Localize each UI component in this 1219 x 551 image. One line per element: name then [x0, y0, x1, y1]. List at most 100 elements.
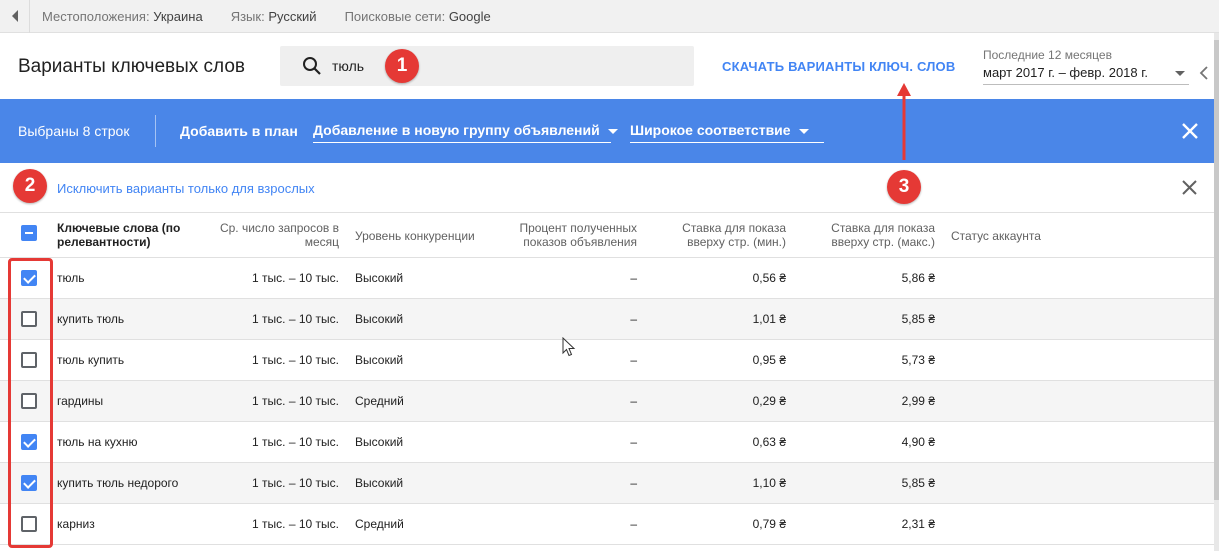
bid-low-cell: 0,29 ₴ [752, 394, 786, 408]
search-icon [303, 57, 321, 75]
close-icon[interactable] [1181, 122, 1199, 140]
match-type-dropdown[interactable]: Широкое соответствие [630, 113, 824, 143]
searches-cell: 1 тыс. – 10 тыс. [252, 476, 339, 490]
network-filter-value: Google [448, 8, 491, 24]
chevron-down-icon [607, 128, 618, 134]
keyword-cell: купить тюль [57, 312, 125, 326]
competition-cell: Высокий [355, 353, 404, 367]
bid-low-cell: 0,95 ₴ [752, 353, 786, 367]
add-to-plan-label: Добавить в план [180, 123, 298, 139]
checkbox-highlight-frame [8, 258, 53, 548]
network-filter-label: Поисковые сети: [344, 8, 446, 24]
column-header-competition-line1: Уровень конкуренции [355, 229, 475, 243]
back-arrow-icon [11, 10, 18, 22]
column-header-keyword-line1: Ключевые слова (по [57, 221, 181, 235]
column-header-searches[interactable]: Ср. число запросов в месяц [200, 221, 339, 249]
exclude-row: Исключить варианты только для взрослых [0, 164, 1214, 212]
column-header-bid-low-line1: Ставка для показа [682, 221, 786, 235]
column-header-bid-high-line1: Ставка для показа [831, 221, 935, 235]
select-all-checkbox[interactable] [21, 225, 37, 241]
table-row[interactable]: купить тюль недорого 1 тыс. – 10 тыс. Высо… [0, 463, 1214, 504]
competition-cell: Высокий [355, 312, 404, 326]
back-button[interactable] [0, 0, 30, 33]
column-header-competition[interactable]: Уровень конкуренции [355, 229, 475, 243]
page-header: Варианты ключевых слов СКАЧАТЬ ВАРИАНТЫ … [0, 34, 1219, 98]
searches-cell: 1 тыс. – 10 тыс. [252, 312, 339, 326]
column-header-impression-share-line2: показов объявления [523, 235, 637, 249]
bid-high-cell: 5,73 ₴ [901, 353, 935, 367]
competition-cell: Средний [355, 394, 404, 408]
mouse-cursor-icon [562, 337, 576, 357]
searches-cell: 1 тыс. – 10 тыс. [252, 353, 339, 367]
column-header-keyword[interactable]: Ключевые слова (по релевантности) [57, 221, 207, 249]
bid-high-cell: 4,90 ₴ [901, 435, 935, 449]
keyword-cell: тюль купить [57, 353, 125, 367]
location-filter-value: Украина [153, 8, 203, 24]
bid-high-cell: 5,85 ₴ [901, 312, 935, 326]
bid-high-cell: 5,85 ₴ [901, 476, 935, 490]
table-row[interactable]: карниз 1 тыс. – 10 тыс. Средний – 0,79 ₴ 2,31… [0, 504, 1214, 545]
date-range-label: Последние 12 месяцев [983, 48, 1112, 62]
page-title: Варианты ключевых слов [18, 56, 246, 77]
keyword-cell: карниз [57, 517, 95, 531]
column-header-searches-line2: месяц [304, 235, 339, 249]
competition-cell: Высокий [355, 435, 404, 449]
scrollbar-thumb[interactable] [1214, 40, 1219, 500]
date-range-select[interactable]: март 2017 г. – февр. 2018 г. [983, 65, 1189, 85]
searches-cell: 1 тыс. – 10 тыс. [252, 435, 339, 449]
column-header-bid-low-line2: вверху стр. (мин.) [687, 235, 786, 249]
close-icon[interactable] [1182, 180, 1197, 195]
bid-low-cell: 0,79 ₴ [752, 517, 786, 531]
table-row[interactable]: тюль на кухню 1 тыс. – 10 тыс. Высокий – 0,6… [0, 422, 1214, 463]
column-header-bid-low[interactable]: Ставка для показа вверху стр. (мин.) [660, 221, 786, 249]
table-row[interactable]: гардины 1 тыс. – 10 тыс. Средний – 0,29 ₴ 2,9… [0, 381, 1214, 422]
competition-cell: Средний [355, 517, 404, 531]
keyword-cell: тюль [57, 271, 85, 285]
bid-high-cell: 5,86 ₴ [901, 271, 935, 285]
location-filter[interactable]: Местоположения: Украина [42, 9, 203, 24]
column-header-status-line1: Статус аккаунта [951, 229, 1041, 243]
impression-share-cell: – [630, 394, 637, 408]
table-header: Ключевые слова (по релевантности) Ср. чи… [0, 212, 1214, 258]
bid-low-cell: 0,56 ₴ [752, 271, 786, 285]
column-header-bid-high-line2: вверху стр. (макс.) [831, 235, 935, 249]
column-header-bid-high[interactable]: Ставка для показа вверху стр. (макс.) [805, 221, 935, 249]
filter-bar: Местоположения: Украина Язык: Русский По… [0, 0, 1219, 33]
bid-high-cell: 2,31 ₴ [901, 517, 935, 531]
search-input[interactable] [332, 46, 672, 86]
date-range-value: март 2017 г. – февр. 2018 г. [983, 65, 1149, 80]
column-header-impression-share[interactable]: Процент полученных показов объявления [497, 221, 637, 249]
table-row[interactable]: купить тюль 1 тыс. – 10 тыс. Высокий – 1,01 … [0, 299, 1214, 340]
keyword-cell: гардины [57, 394, 104, 408]
bid-low-cell: 1,10 ₴ [752, 476, 786, 490]
bid-high-cell: 2,99 ₴ [901, 394, 935, 408]
searches-cell: 1 тыс. – 10 тыс. [252, 394, 339, 408]
annotation-badge-2: 2 [13, 169, 47, 203]
search-box[interactable] [280, 46, 694, 86]
annotation-badge-1: 1 [385, 49, 419, 83]
table-body: тюль 1 тыс. – 10 тыс. Высокий – 0,56 ₴ 5,86 ₴… [0, 258, 1214, 545]
bid-low-cell: 1,01 ₴ [752, 312, 786, 326]
language-filter[interactable]: Язык: Русский [231, 9, 317, 24]
ad-group-dropdown-value: Добавление в новую группу объявлений [313, 122, 600, 138]
download-keywords-link[interactable]: СКАЧАТЬ ВАРИАНТЫ КЛЮЧ. СЛОВ [722, 59, 955, 74]
competition-cell: Высокий [355, 271, 404, 285]
ad-group-dropdown[interactable]: Добавление в новую группу объявлений [313, 113, 618, 143]
selected-count: Выбраны 8 строк [18, 123, 130, 139]
network-filter[interactable]: Поисковые сети: Google [345, 9, 491, 24]
chevron-down-icon [798, 128, 809, 134]
chevron-left-icon[interactable] [1198, 66, 1210, 80]
competition-cell: Высокий [355, 476, 404, 490]
column-header-status[interactable]: Статус аккаунта [951, 229, 1041, 243]
keywords-table: Ключевые слова (по релевантности) Ср. чи… [0, 212, 1214, 545]
annotation-arrow-icon [897, 83, 911, 160]
impression-share-cell: – [630, 271, 637, 285]
location-filter-label: Местоположения: [42, 8, 150, 24]
column-header-searches-line1: Ср. число запросов в [219, 221, 339, 235]
keyword-cell: тюль на кухню [57, 435, 138, 449]
table-row[interactable]: тюль купить 1 тыс. – 10 тыс. Высокий –0,95 … [0, 340, 1214, 381]
table-row[interactable]: тюль 1 тыс. – 10 тыс. Высокий – 0,56 ₴ 5,86 ₴ [0, 258, 1214, 299]
impression-share-cell: – [630, 476, 637, 490]
match-type-dropdown-value: Широкое соответствие [630, 122, 791, 138]
exclude-adult-link[interactable]: Исключить варианты только для взрослых [57, 181, 315, 196]
